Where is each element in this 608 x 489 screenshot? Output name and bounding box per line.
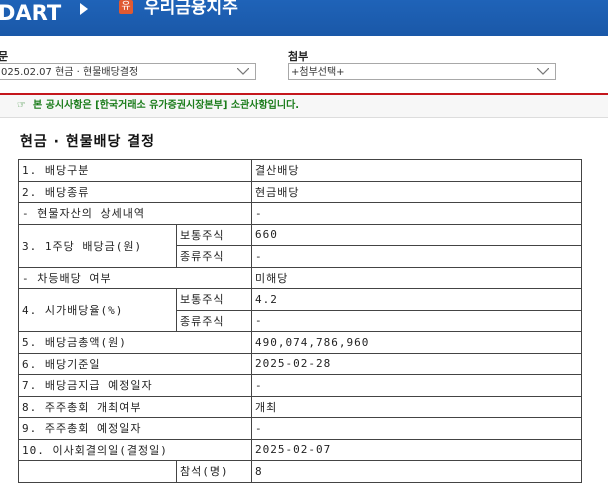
table-row: 8. 주주총회 개최여부 개최	[17, 395, 583, 418]
logo-arrow-icon	[80, 3, 88, 15]
row-label: 4. 시가배당율(%)	[18, 288, 177, 332]
table-row: 6. 배당기준일 2025-02-28	[17, 352, 583, 375]
report-select-label: 문	[0, 50, 9, 63]
row-value: -	[251, 309, 583, 332]
row-sublabel: 보통주식	[175, 223, 253, 246]
row-value: 8	[251, 460, 583, 483]
row-label: 8. 주주총회 개최여부	[17, 395, 253, 418]
row-sublabel: 종류주식	[175, 309, 253, 332]
row-sublabel: 참석(명)	[175, 460, 253, 483]
market-badge: 유	[119, 0, 133, 14]
table-row: 4. 시가배당율(%) 보통주식 4.2	[18, 288, 583, 332]
row-value: 660	[251, 223, 583, 246]
pointing-hand-icon: ☞	[17, 100, 26, 111]
selector-row: 문 025.02.07 현금 · 현물배당결정 첨부 +첨부선택+	[0, 36, 608, 86]
notice-text: 본 공시사항은 [한국거래소 유가증권시장본부] 소관사항입니다.	[33, 100, 300, 111]
top-bar: DART 유 우리금융지주	[0, 0, 608, 36]
row-value: 2025-02-28	[251, 352, 583, 375]
row-value: -	[251, 374, 583, 397]
attachment-select-label: 첨부	[288, 50, 309, 63]
table-row: 1. 배당구분 결산배당	[17, 159, 583, 182]
row-value: 2025-02-07	[251, 438, 583, 461]
row-label: - 현물자산의 상세내역	[17, 202, 253, 225]
row-sublabel: 종류주식	[175, 245, 253, 268]
table-row: - 현물자산의 상세내역 -	[17, 202, 583, 225]
attachment-select-value: +첨부선택+	[291, 67, 345, 78]
row-value: 현금배당	[251, 180, 583, 203]
row-label	[18, 460, 177, 483]
row-label: 6. 배당기준일	[17, 352, 253, 375]
table-row: 참석(명) 8	[18, 460, 583, 483]
row-value: -	[251, 202, 583, 225]
row-label: 1. 배당구분	[17, 159, 253, 182]
dividend-table: 1. 배당구분 결산배당 2. 배당종류 현금배당 - 현물자산의 상세내역 -…	[17, 159, 583, 483]
row-label: 7. 배당금지급 예정일자	[17, 374, 253, 397]
report-select-value: 025.02.07 현금 · 현물배당결정	[1, 67, 139, 78]
report-select[interactable]: 025.02.07 현금 · 현물배당결정	[0, 63, 256, 80]
table-row: 10. 이사회결의일(결정일) 2025-02-07	[17, 438, 583, 461]
company-name: 우리금융지주	[144, 0, 238, 18]
row-value: 미해당	[251, 266, 583, 289]
chevron-down-icon	[537, 68, 549, 75]
chevron-down-icon	[237, 68, 249, 75]
table-row: 2. 배당종류 현금배당	[17, 180, 583, 203]
row-value: 결산배당	[251, 159, 583, 182]
row-label: 5. 배당금총액(원)	[17, 331, 253, 354]
row-value: -	[251, 417, 583, 440]
table-row: - 차등배당 여부 미해당	[17, 266, 583, 289]
row-label: 9. 주주총회 예정일자	[17, 417, 253, 440]
row-label: 3. 1주당 배당금(원)	[18, 223, 177, 268]
table-row: 9. 주주총회 예정일자 -	[17, 417, 583, 440]
table-row: 5. 배당금총액(원) 490,074,786,960	[17, 331, 583, 354]
table-row: 3. 1주당 배당금(원) 보통주식 660	[18, 223, 583, 268]
attachment-select[interactable]: +첨부선택+	[288, 63, 556, 80]
notice-bar: ☞ 본 공시사항은 [한국거래소 유가증권시장본부] 소관사항입니다.	[0, 95, 608, 118]
row-label: 2. 배당종류	[17, 180, 253, 203]
row-sublabel: 보통주식	[175, 288, 253, 311]
row-value: 490,074,786,960	[251, 331, 583, 354]
table-row: 7. 배당금지급 예정일자 -	[17, 374, 583, 397]
row-label: - 차등배당 여부	[17, 266, 253, 289]
page-title: 현금 · 현물배당 결정	[20, 134, 155, 150]
row-value: 4.2	[251, 288, 583, 311]
row-value: 개최	[251, 395, 583, 418]
dart-logo[interactable]: DART	[0, 0, 61, 26]
row-label: 10. 이사회결의일(결정일)	[17, 438, 253, 461]
row-value: -	[251, 245, 583, 268]
